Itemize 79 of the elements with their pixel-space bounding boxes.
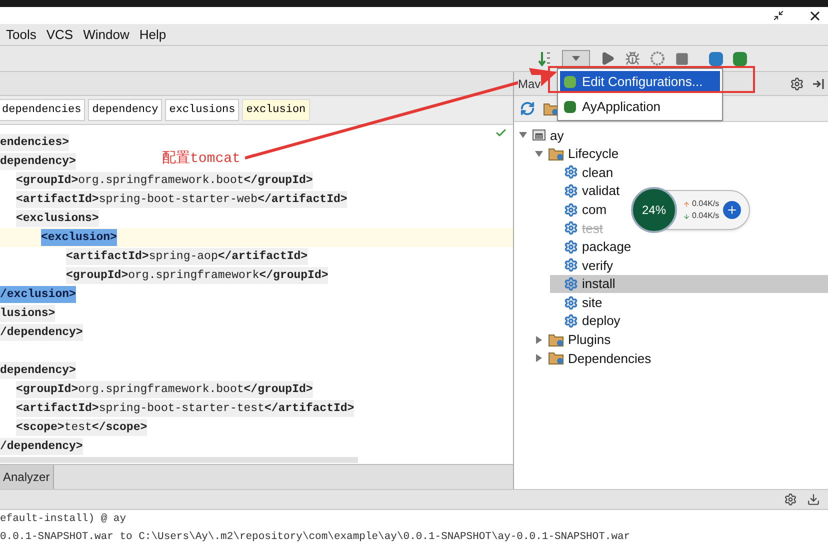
tree-row[interactable]: deploy: [550, 312, 622, 331]
gear-icon: [564, 258, 578, 272]
panel-title: Mav: [518, 74, 541, 92]
gear-icon: [564, 314, 578, 328]
breadcrumb-tab[interactable]: exclusions: [165, 98, 240, 122]
tree-label: deploy: [582, 312, 620, 330]
menu-item[interactable]: Edit Configurations...: [560, 71, 720, 93]
breadcrumb-tab[interactable]: exclusion: [242, 98, 310, 122]
caret-icon[interactable]: [534, 334, 544, 345]
restore-icon[interactable]: [773, 10, 784, 21]
caret-icon: [572, 56, 580, 61]
tool-tab[interactable]: Analyzer: [0, 465, 54, 489]
download-icon[interactable]: [807, 493, 820, 506]
tree-row[interactable]: Plugins: [534, 330, 613, 350]
breadcrumb-tab[interactable]: dependency: [88, 98, 162, 122]
tree-label: install: [582, 275, 616, 294]
settings-icon[interactable]: [784, 493, 797, 506]
console-line: efault-install) @ ay: [0, 512, 128, 528]
gear-icon: [564, 296, 578, 310]
caret-icon[interactable]: [518, 130, 528, 140]
sort-icon[interactable]: [538, 50, 552, 66]
menu-item[interactable]: Tools: [6, 24, 36, 44]
tree-row[interactable]: Dependencies: [534, 349, 654, 368]
refresh-icon[interactable]: [520, 101, 535, 116]
tree-row[interactable]: verify: [550, 256, 616, 275]
gear-icon: [564, 277, 578, 292]
folder-icon: [548, 146, 564, 161]
upload-icon: [683, 200, 690, 208]
gear-icon: [564, 221, 578, 236]
caret-icon[interactable]: [534, 353, 544, 364]
menu-item[interactable]: VCS: [46, 24, 74, 44]
tree-label: com: [582, 200, 607, 219]
run-icon[interactable]: [600, 51, 615, 66]
tree-label: Dependencies: [568, 350, 652, 368]
folder-icon: [548, 351, 564, 366]
settings-icon[interactable]: [790, 76, 804, 90]
tree-label: ay: [550, 126, 564, 145]
folder-icon: [548, 332, 564, 347]
tree-label: Lifecycle: [568, 145, 619, 164]
hide-icon[interactable]: [812, 78, 824, 90]
tree-row[interactable]: com: [550, 200, 609, 219]
tree-row[interactable]: validat: [550, 182, 622, 200]
tree-label: package: [582, 238, 632, 256]
menu-item[interactable]: Help: [139, 24, 166, 44]
tree-row[interactable]: ay: [518, 126, 566, 145]
plus-icon: [726, 204, 738, 216]
debug-icon[interactable]: [625, 51, 640, 66]
horizontal-scrollbar[interactable]: [0, 457, 358, 463]
download-speed: 0.04K/s: [683, 210, 720, 222]
caret-icon[interactable]: [534, 148, 544, 159]
annotation-text: 配置tomcat: [162, 150, 240, 169]
tree-row[interactable]: install: [550, 274, 828, 294]
tree-label: verify: [582, 256, 614, 275]
tree-row[interactable]: package: [550, 238, 634, 256]
coverage-icon[interactable]: [650, 51, 665, 66]
tree-row[interactable]: site: [550, 293, 604, 312]
plus-button[interactable]: [723, 201, 742, 219]
tree-label: Plugins: [568, 331, 611, 350]
stop-icon[interactable]: [675, 52, 689, 66]
check-icon: [495, 127, 507, 139]
console-line: 0.0.1-SNAPSHOT.war to C:\Users\Ay\.m2\repository\com\example\ay\0.0.1-SNAPSHOT\ay-0.0.1-SNAPSHOT.war: [0, 530, 632, 546]
tree-label: validat: [582, 182, 620, 200]
gear-icon: [564, 240, 578, 254]
close-icon[interactable]: [810, 10, 820, 20]
breadcrumb-tab[interactable]: dependencies: [0, 98, 86, 122]
gear-icon: [564, 165, 578, 180]
upload-speed: 0.04K/s: [683, 198, 720, 210]
gear-icon: [564, 202, 578, 217]
download-icon: [683, 212, 690, 220]
dropdown-button[interactable]: [562, 50, 590, 68]
folder-icon: [543, 102, 559, 116]
tree-label: site: [582, 294, 602, 312]
tree-row[interactable]: clean: [550, 163, 616, 182]
menu-item[interactable]: Window: [83, 24, 130, 44]
module-icon: [532, 129, 546, 142]
tree-row[interactable]: Lifecycle: [534, 144, 621, 164]
gear-icon: [564, 184, 578, 198]
tree-label: test: [582, 220, 603, 238]
tree-label: clean: [582, 164, 614, 182]
